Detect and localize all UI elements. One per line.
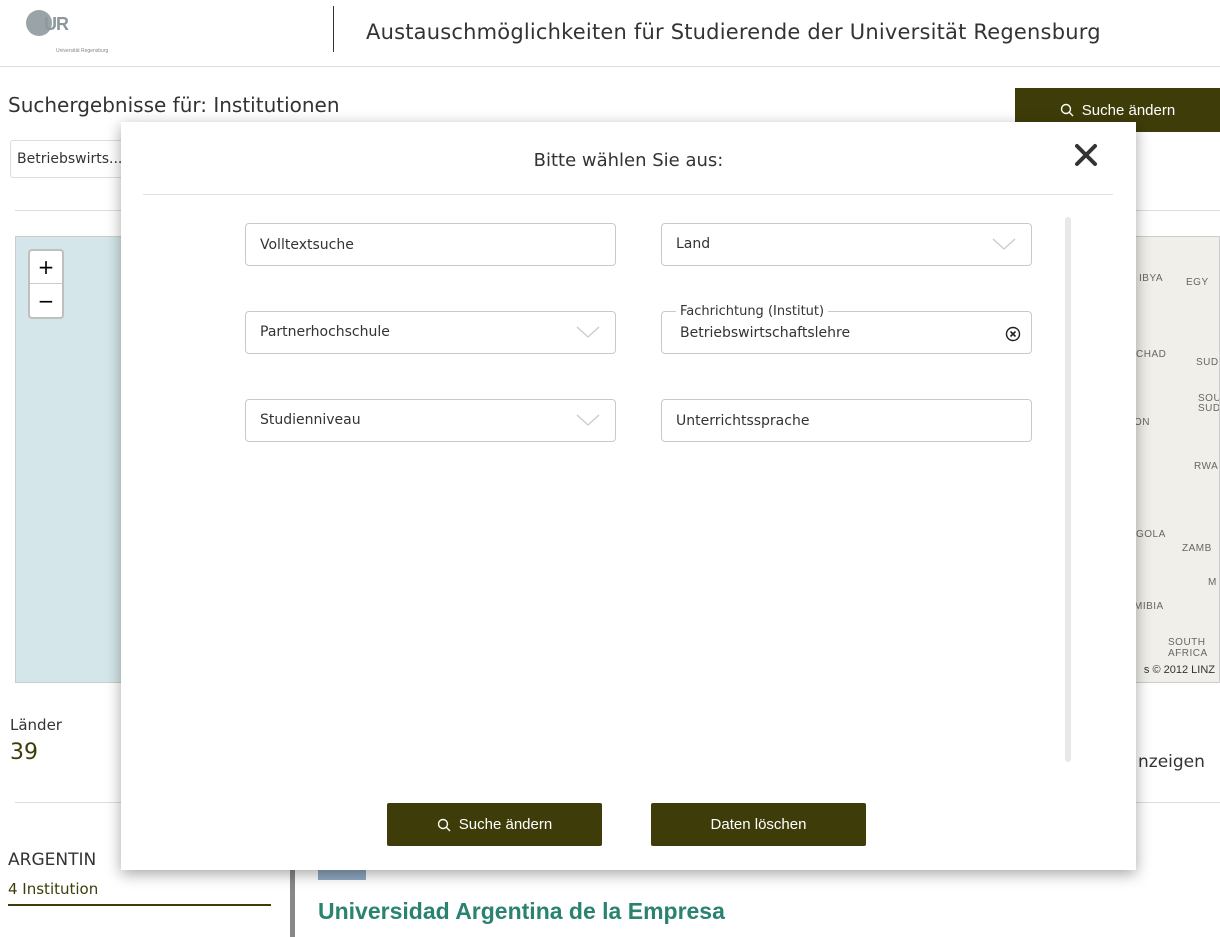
chevron-down-icon	[576, 414, 600, 426]
country-name[interactable]: ARGENTIN	[8, 850, 96, 870]
fulltext-search-field[interactable]	[245, 223, 616, 266]
map-label: M	[1208, 577, 1217, 588]
map-land	[1136, 237, 1219, 682]
country-underline	[8, 904, 271, 906]
countries-count: 39	[10, 740, 38, 765]
map-attribution: s © 2012 LINZ	[1143, 664, 1215, 676]
university-logo[interactable]: UR Universität Regensburg	[18, 8, 128, 56]
change-search-button-label: Suche ändern	[458, 816, 553, 833]
partner-university-select[interactable]: Partnerhochschule	[245, 311, 616, 354]
map-label: MIBIA	[1134, 601, 1164, 612]
department-select[interactable]: Fachrichtung (Institut) Betriebswirtscha…	[661, 304, 1032, 354]
study-level-select[interactable]: Studienniveau	[245, 399, 616, 442]
close-icon[interactable]	[1071, 140, 1101, 170]
department-label: Fachrichtung (Institut)	[676, 304, 829, 319]
fulltext-search-input[interactable]	[246, 224, 615, 265]
map-zoom-control: + −	[28, 249, 64, 319]
zoom-out-button[interactable]: −	[30, 284, 62, 317]
country-institution-count[interactable]: 4 Institution	[8, 880, 98, 898]
map-label: IBYA	[1139, 273, 1164, 284]
map-label: RWA	[1194, 461, 1219, 472]
search-modal: Bitte wählen Sie aus: Land Partnerhochsc…	[121, 122, 1136, 870]
show-link[interactable]: nzeigen	[1138, 752, 1205, 772]
site-title: Austauschmöglichkeiten für Studierende d…	[366, 20, 1101, 44]
map-label: SUD	[1198, 403, 1220, 414]
map-label: AFRICA	[1168, 648, 1208, 659]
partner-university-label: Partnerhochschule	[260, 324, 390, 340]
map-label: ZAMB	[1182, 543, 1212, 554]
zoom-in-button[interactable]: +	[30, 251, 62, 284]
modal-divider	[143, 194, 1113, 195]
teaching-language-input[interactable]	[662, 400, 1031, 441]
modal-scrollbar[interactable]	[1065, 217, 1071, 762]
clear-icon[interactable]	[1005, 326, 1021, 342]
teaching-language-field[interactable]	[661, 399, 1032, 442]
map-label: GOLA	[1136, 529, 1166, 540]
search-icon	[437, 818, 451, 831]
search-icon	[1060, 103, 1074, 117]
header-divider	[333, 6, 334, 52]
filter-chip[interactable]: Betriebswirts...	[10, 140, 130, 178]
result-accent-bar	[290, 870, 295, 937]
change-search-label: Suche ändern	[1081, 101, 1176, 119]
logo-subtitle: Universität Regensburg	[56, 48, 109, 54]
chevron-down-icon	[992, 238, 1016, 250]
results-title: Suchergebnisse für: Institutionen	[8, 93, 340, 117]
department-value: Betriebswirtschaftslehre	[680, 325, 851, 341]
map-label: SUD	[1196, 357, 1219, 368]
map-label: ON	[1134, 417, 1150, 428]
institution-title[interactable]: Universidad Argentina de la Empresa	[318, 898, 725, 925]
map-label: SOUTH	[1168, 637, 1206, 648]
header-rule	[0, 66, 1220, 67]
modal-title: Bitte wählen Sie aus:	[533, 150, 724, 171]
map-label: CHAD	[1136, 349, 1167, 360]
clear-data-button[interactable]: Daten löschen	[651, 803, 866, 846]
country-select-label: Land	[676, 236, 711, 252]
change-search-button[interactable]: Suche ändern	[387, 803, 602, 846]
chevron-down-icon	[576, 326, 600, 338]
country-select[interactable]: Land	[661, 223, 1032, 266]
map-label: EGY	[1186, 277, 1209, 288]
study-level-label: Studienniveau	[260, 412, 361, 428]
countries-label: Länder	[10, 716, 62, 734]
logo-letters: UR	[44, 14, 69, 34]
